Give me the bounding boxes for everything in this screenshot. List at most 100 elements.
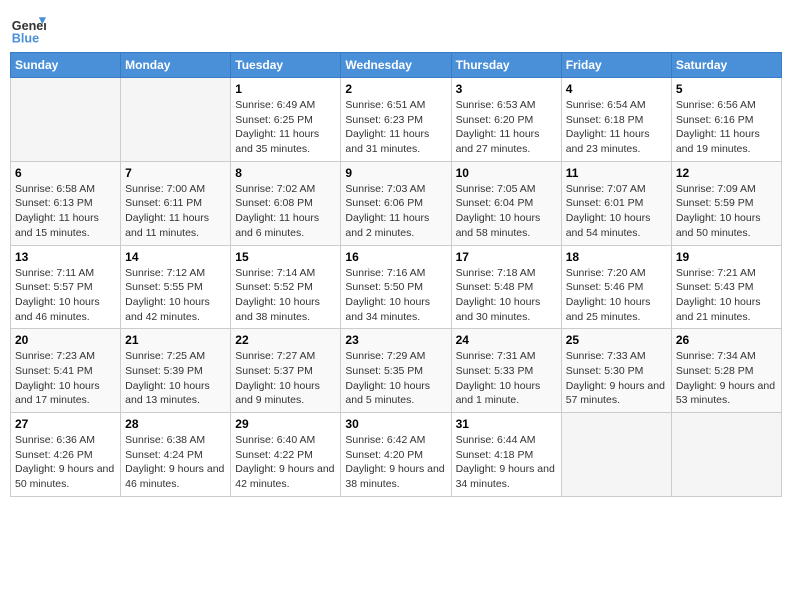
week-row-4: 20 Sunrise: 7:23 AMSunset: 5:41 PMDayligh… <box>11 329 782 413</box>
day-info: Sunrise: 7:14 AMSunset: 5:52 PMDaylight:… <box>235 266 336 325</box>
calendar-cell: 20 Sunrise: 7:23 AMSunset: 5:41 PMDayligh… <box>11 329 121 413</box>
day-info: Sunrise: 6:51 AMSunset: 6:23 PMDaylight:… <box>345 98 446 157</box>
day-number: 9 <box>345 166 446 180</box>
calendar-cell: 15Sunrise: 7:14 AMSunset: 5:52 PMDayligh… <box>231 245 341 329</box>
day-info: Sunrise: 6:42 AMSunset: 4:20 PMDaylight:… <box>345 433 446 492</box>
calendar-cell: 13 Sunrise: 7:11 AMSunset: 5:57 PMDayligh… <box>11 245 121 329</box>
day-info: Sunrise: 6:49 AMSunset: 6:25 PMDaylight:… <box>235 98 336 157</box>
day-number: 27 <box>15 417 116 431</box>
calendar-cell <box>561 413 671 497</box>
day-info: Sunrise: 6:53 AMSunset: 6:20 PMDaylight:… <box>456 98 557 157</box>
day-info: Sunrise: 6:40 AMSunset: 4:22 PMDaylight:… <box>235 433 336 492</box>
calendar-cell: 16 Sunrise: 7:16 AMSunset: 5:50 PMDayligh… <box>341 245 451 329</box>
day-number: 3 <box>456 82 557 96</box>
day-number: 6 <box>15 166 116 180</box>
calendar-cell: 19 Sunrise: 7:21 AMSunset: 5:43 PMDayligh… <box>671 245 781 329</box>
day-number: 13 <box>15 250 116 264</box>
day-info: Sunrise: 7:02 AMSunset: 6:08 PMDaylight:… <box>235 182 336 241</box>
day-info: Sunrise: 7:18 AMSunset: 5:48 PMDaylight:… <box>456 266 557 325</box>
calendar-cell: 17 Sunrise: 7:18 AMSunset: 5:48 PMDayligh… <box>451 245 561 329</box>
calendar-cell: 14 Sunrise: 7:12 AMSunset: 5:55 PMDayligh… <box>121 245 231 329</box>
day-header-monday: Monday <box>121 53 231 78</box>
header: General Blue <box>10 10 782 46</box>
calendar-cell: 11Sunrise: 7:07 AMSunset: 6:01 PMDayligh… <box>561 161 671 245</box>
day-info: Sunrise: 7:11 AMSunset: 5:57 PMDaylight:… <box>15 266 116 325</box>
calendar-cell: 25 Sunrise: 7:33 AMSunset: 5:30 PMDayligh… <box>561 329 671 413</box>
day-info: Sunrise: 6:36 AMSunset: 4:26 PMDaylight:… <box>15 433 116 492</box>
day-number: 22 <box>235 333 336 347</box>
day-number: 2 <box>345 82 446 96</box>
day-info: Sunrise: 7:05 AMSunset: 6:04 PMDaylight:… <box>456 182 557 241</box>
calendar-cell: 10Sunrise: 7:05 AMSunset: 6:04 PMDayligh… <box>451 161 561 245</box>
week-row-5: 27 Sunrise: 6:36 AMSunset: 4:26 PMDayligh… <box>11 413 782 497</box>
day-info: Sunrise: 7:27 AMSunset: 5:37 PMDaylight:… <box>235 349 336 408</box>
day-info: Sunrise: 7:21 AMSunset: 5:43 PMDaylight:… <box>676 266 777 325</box>
day-number: 14 <box>125 250 226 264</box>
calendar-cell <box>121 78 231 162</box>
day-header-tuesday: Tuesday <box>231 53 341 78</box>
day-number: 7 <box>125 166 226 180</box>
calendar-cell: 8Sunrise: 7:02 AMSunset: 6:08 PMDaylight… <box>231 161 341 245</box>
calendar-cell: 3 Sunrise: 6:53 AMSunset: 6:20 PMDaylight… <box>451 78 561 162</box>
day-number: 11 <box>566 166 667 180</box>
day-info: Sunrise: 7:34 AMSunset: 5:28 PMDaylight:… <box>676 349 777 408</box>
day-number: 12 <box>676 166 777 180</box>
calendar-cell: 18 Sunrise: 7:20 AMSunset: 5:46 PMDayligh… <box>561 245 671 329</box>
day-header-friday: Friday <box>561 53 671 78</box>
day-number: 18 <box>566 250 667 264</box>
day-number: 4 <box>566 82 667 96</box>
calendar-cell: 21Sunrise: 7:25 AMSunset: 5:39 PMDayligh… <box>121 329 231 413</box>
day-info: Sunrise: 7:25 AMSunset: 5:39 PMDaylight:… <box>125 349 226 408</box>
calendar-cell: 30 Sunrise: 6:42 AMSunset: 4:20 PMDayligh… <box>341 413 451 497</box>
calendar-cell: 2 Sunrise: 6:51 AMSunset: 6:23 PMDaylight… <box>341 78 451 162</box>
day-info: Sunrise: 6:58 AMSunset: 6:13 PMDaylight:… <box>15 182 116 241</box>
day-header-saturday: Saturday <box>671 53 781 78</box>
day-number: 23 <box>345 333 446 347</box>
week-row-1: 1 Sunrise: 6:49 AMSunset: 6:25 PMDaylight… <box>11 78 782 162</box>
day-number: 29 <box>235 417 336 431</box>
calendar-cell: 23 Sunrise: 7:29 AMSunset: 5:35 PMDayligh… <box>341 329 451 413</box>
day-info: Sunrise: 7:00 AMSunset: 6:11 PMDaylight:… <box>125 182 226 241</box>
day-number: 19 <box>676 250 777 264</box>
day-number: 1 <box>235 82 336 96</box>
day-info: Sunrise: 6:44 AMSunset: 4:18 PMDaylight:… <box>456 433 557 492</box>
day-info: Sunrise: 7:16 AMSunset: 5:50 PMDaylight:… <box>345 266 446 325</box>
day-number: 17 <box>456 250 557 264</box>
day-info: Sunrise: 6:56 AMSunset: 6:16 PMDaylight:… <box>676 98 777 157</box>
day-info: Sunrise: 7:12 AMSunset: 5:55 PMDaylight:… <box>125 266 226 325</box>
calendar-cell: 27 Sunrise: 6:36 AMSunset: 4:26 PMDayligh… <box>11 413 121 497</box>
day-number: 20 <box>15 333 116 347</box>
week-row-2: 6 Sunrise: 6:58 AMSunset: 6:13 PMDaylight… <box>11 161 782 245</box>
day-number: 5 <box>676 82 777 96</box>
day-number: 16 <box>345 250 446 264</box>
day-info: Sunrise: 7:31 AMSunset: 5:33 PMDaylight:… <box>456 349 557 408</box>
day-header-sunday: Sunday <box>11 53 121 78</box>
day-info: Sunrise: 7:33 AMSunset: 5:30 PMDaylight:… <box>566 349 667 408</box>
day-info: Sunrise: 7:29 AMSunset: 5:35 PMDaylight:… <box>345 349 446 408</box>
day-number: 30 <box>345 417 446 431</box>
calendar-cell: 12Sunrise: 7:09 AMSunset: 5:59 PMDayligh… <box>671 161 781 245</box>
svg-text:Blue: Blue <box>12 31 39 45</box>
day-header-wednesday: Wednesday <box>341 53 451 78</box>
calendar-cell: 29 Sunrise: 6:40 AMSunset: 4:22 PMDayligh… <box>231 413 341 497</box>
calendar-cell: 6 Sunrise: 6:58 AMSunset: 6:13 PMDaylight… <box>11 161 121 245</box>
day-number: 25 <box>566 333 667 347</box>
calendar-cell: 26Sunrise: 7:34 AMSunset: 5:28 PMDayligh… <box>671 329 781 413</box>
calendar-cell: 4Sunrise: 6:54 AMSunset: 6:18 PMDaylight… <box>561 78 671 162</box>
day-number: 31 <box>456 417 557 431</box>
day-info: Sunrise: 7:20 AMSunset: 5:46 PMDaylight:… <box>566 266 667 325</box>
days-header-row: SundayMondayTuesdayWednesdayThursdayFrid… <box>11 53 782 78</box>
day-info: Sunrise: 7:03 AMSunset: 6:06 PMDaylight:… <box>345 182 446 241</box>
calendar-table: SundayMondayTuesdayWednesdayThursdayFrid… <box>10 52 782 497</box>
day-info: Sunrise: 7:23 AMSunset: 5:41 PMDaylight:… <box>15 349 116 408</box>
calendar-cell: 9 Sunrise: 7:03 AMSunset: 6:06 PMDaylight… <box>341 161 451 245</box>
calendar-cell: 5 Sunrise: 6:56 AMSunset: 6:16 PMDaylight… <box>671 78 781 162</box>
calendar-cell <box>671 413 781 497</box>
calendar-cell: 7 Sunrise: 7:00 AMSunset: 6:11 PMDaylight… <box>121 161 231 245</box>
day-header-thursday: Thursday <box>451 53 561 78</box>
calendar-cell: 31 Sunrise: 6:44 AMSunset: 4:18 PMDayligh… <box>451 413 561 497</box>
day-info: Sunrise: 6:38 AMSunset: 4:24 PMDaylight:… <box>125 433 226 492</box>
logo: General Blue <box>10 10 46 46</box>
calendar-cell: 28Sunrise: 6:38 AMSunset: 4:24 PMDayligh… <box>121 413 231 497</box>
calendar-cell: 24Sunrise: 7:31 AMSunset: 5:33 PMDayligh… <box>451 329 561 413</box>
